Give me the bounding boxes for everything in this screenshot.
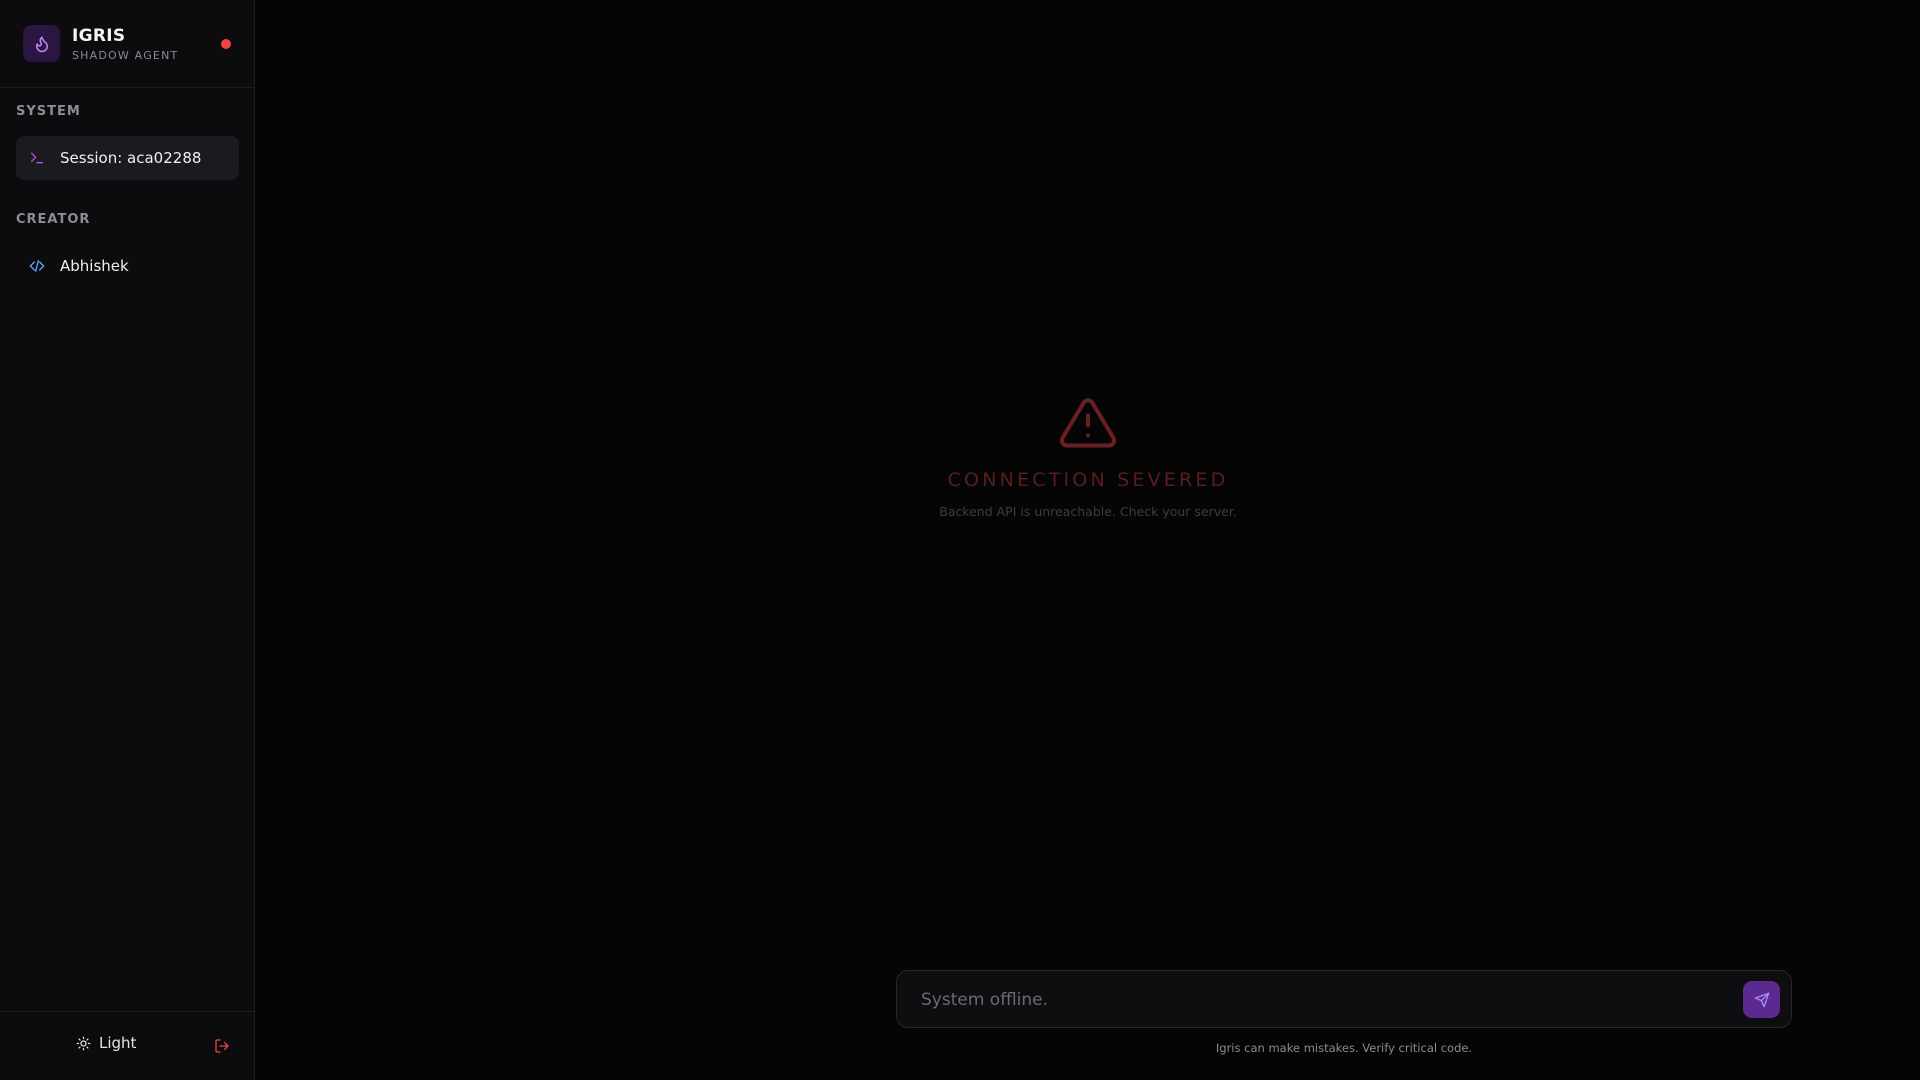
- sun-icon: [76, 1036, 91, 1051]
- sidebar-item-session[interactable]: Session: aca02288: [16, 136, 239, 180]
- theme-toggle-button[interactable]: Light: [76, 1034, 136, 1052]
- error-description: Backend API is unreachable. Check your s…: [939, 504, 1237, 519]
- logout-button[interactable]: [213, 1037, 231, 1055]
- sidebar-item-label: Abhishek: [60, 257, 129, 275]
- message-input[interactable]: [921, 987, 1701, 1013]
- sidebar-item-label: Session: aca02288: [60, 149, 202, 167]
- connection-status-dot: [221, 39, 231, 49]
- send-button[interactable]: [1743, 981, 1780, 1018]
- section-title-system: SYSTEM: [16, 104, 81, 119]
- app-subtitle: SHADOW AGENT: [72, 49, 179, 62]
- brand-header: IGRIS SHADOW AGENT: [0, 0, 254, 88]
- send-icon: [1754, 992, 1770, 1008]
- sidebar: IGRIS SHADOW AGENT SYSTEM Session: aca02…: [0, 0, 255, 1080]
- warning-triangle-icon: [1059, 398, 1117, 448]
- flame-icon: [23, 25, 60, 62]
- message-composer: [896, 970, 1792, 1028]
- code-icon: [28, 257, 46, 275]
- logout-icon: [214, 1038, 230, 1054]
- sidebar-item-creator[interactable]: Abhishek: [16, 244, 239, 288]
- error-title: CONNECTION SEVERED: [947, 469, 1229, 491]
- connection-error-panel: CONNECTION SEVERED Backend API is unreac…: [256, 393, 1920, 519]
- chat-main: CONNECTION SEVERED Backend API is unreac…: [256, 0, 1920, 1080]
- theme-toggle-label: Light: [99, 1034, 137, 1052]
- terminal-icon: [28, 149, 46, 167]
- disclaimer-text: Igris can make mistakes. Verify critical…: [1215, 1041, 1473, 1055]
- section-title-creator: CREATOR: [16, 212, 91, 227]
- app-title: IGRIS: [72, 26, 126, 46]
- sidebar-footer: Light: [0, 1011, 255, 1080]
